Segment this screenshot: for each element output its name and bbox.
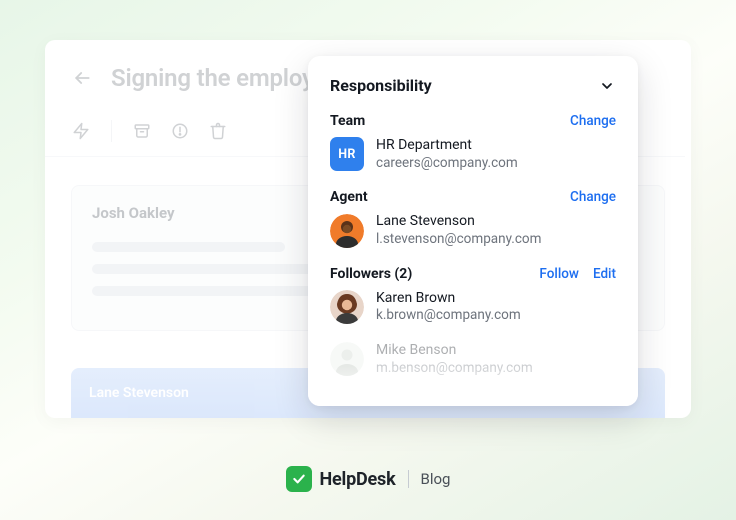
team-entity: HR HR Department careers@company.com — [330, 137, 616, 171]
follower-avatar — [330, 290, 364, 324]
brand-name: HelpDesk — [320, 469, 396, 490]
toolbar-divider — [111, 120, 112, 142]
team-section-label: Team — [330, 113, 365, 129]
follow-link[interactable]: Follow — [539, 266, 579, 282]
change-team-link[interactable]: Change — [570, 113, 616, 129]
follower-avatar — [330, 342, 364, 376]
responsibility-panel: Responsibility Team Change HR HR Departm… — [308, 56, 638, 406]
archive-icon[interactable] — [132, 121, 152, 141]
agent-section-label: Agent — [330, 189, 368, 205]
bolt-icon[interactable] — [71, 121, 91, 141]
follower-name: Karen Brown — [376, 290, 521, 308]
footer-section: Blog — [421, 470, 451, 488]
chevron-down-icon[interactable] — [598, 77, 616, 95]
follower-email: m.benson@company.com — [376, 360, 533, 377]
helpdesk-mark-icon — [286, 466, 312, 492]
follower-entity: Mike Benson m.benson@company.com — [330, 342, 616, 376]
helpdesk-logo: HelpDesk — [286, 466, 396, 492]
skeleton-line — [92, 242, 285, 252]
agent-email: l.stevenson@company.com — [376, 231, 541, 248]
spam-icon[interactable] — [170, 121, 190, 141]
follower-email: k.brown@company.com — [376, 307, 521, 324]
follower-entity: Karen Brown k.brown@company.com — [330, 290, 616, 324]
agent-avatar — [330, 214, 364, 248]
panel-title: Responsibility — [330, 76, 432, 95]
back-arrow-icon[interactable] — [71, 67, 93, 89]
team-name: HR Department — [376, 137, 518, 155]
footer-divider — [408, 470, 409, 488]
reply-author: Lane Stevenson — [89, 385, 189, 401]
edit-followers-link[interactable]: Edit — [593, 266, 616, 282]
agent-name: Lane Stevenson — [376, 213, 541, 231]
followers-section-label: Followers (2) — [330, 266, 412, 282]
change-agent-link[interactable]: Change — [570, 189, 616, 205]
follower-name: Mike Benson — [376, 342, 533, 360]
footer: HelpDesk Blog — [0, 466, 736, 492]
team-badge: HR — [330, 137, 364, 171]
team-email: careers@company.com — [376, 155, 518, 172]
agent-entity: Lane Stevenson l.stevenson@company.com — [330, 213, 616, 247]
trash-icon[interactable] — [208, 121, 228, 141]
